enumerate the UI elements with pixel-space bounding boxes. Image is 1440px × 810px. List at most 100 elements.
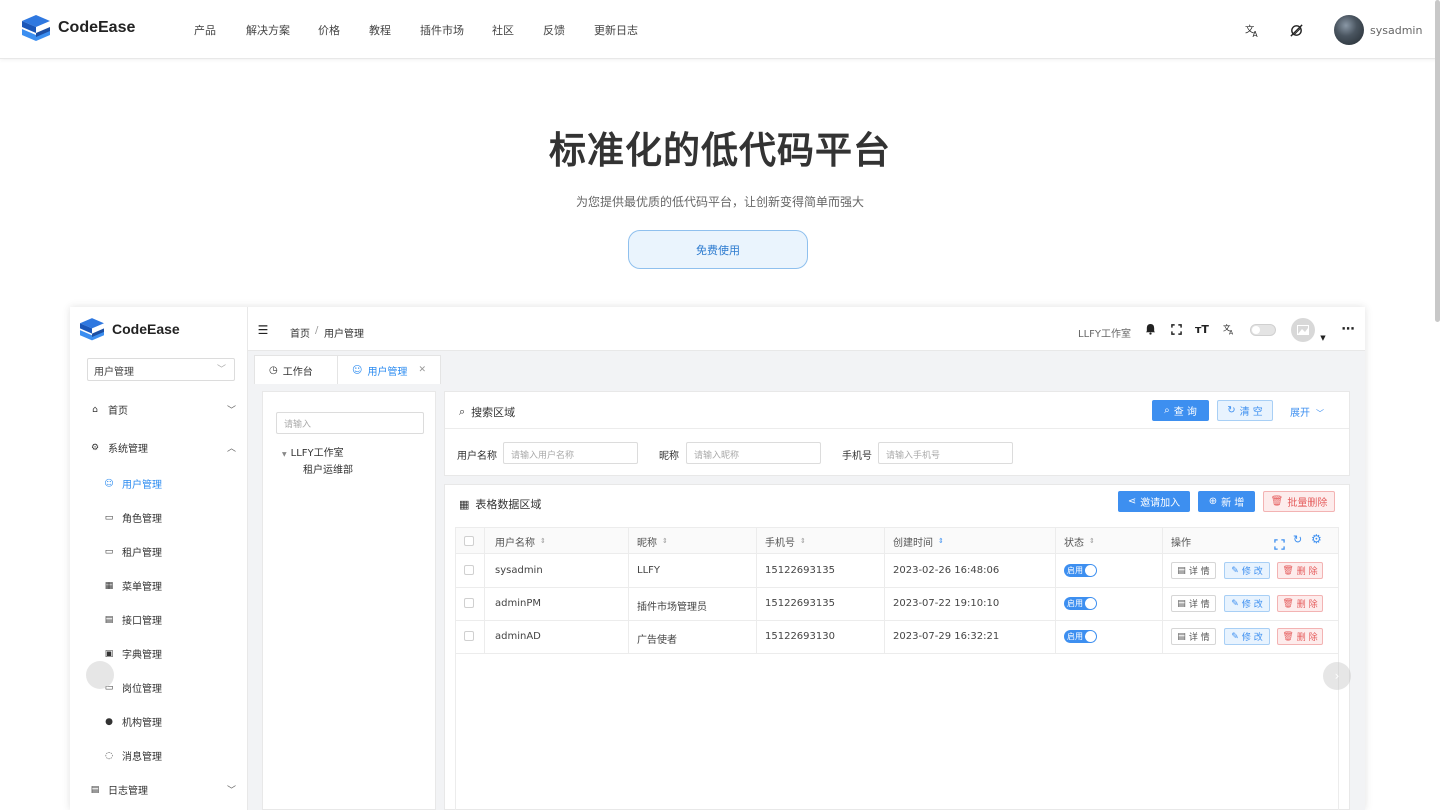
more-icon[interactable]: ⋯ xyxy=(1341,322,1355,337)
table-row[interactable]: sysadmin LLFY 15122693135 2023-02-26 16:… xyxy=(456,554,1338,587)
tab-user-management[interactable]: ☺ 用户管理 ✕ xyxy=(337,355,441,384)
edit-button[interactable]: ✎ 修 改 xyxy=(1224,562,1270,579)
column-header-phone[interactable]: 手机号 ⇕ xyxy=(765,528,806,554)
table-row[interactable]: adminAD 广告使者 15122693130 2023-07-29 16:3… xyxy=(456,620,1338,653)
theme-switch[interactable] xyxy=(1250,324,1276,336)
nav-item-tutorial[interactable]: 教程 xyxy=(369,22,391,38)
column-header-username[interactable]: 用户名称 ⇕ xyxy=(495,528,546,554)
carousel-next-button[interactable]: › xyxy=(1323,662,1351,690)
menu-item-label: 字典管理 xyxy=(122,650,162,661)
detail-button[interactable]: ▤ 详 情 xyxy=(1171,562,1216,579)
column-header-created[interactable]: 创建时间 ⇕ xyxy=(893,528,944,554)
batch-delete-button[interactable]: 🗑 批量删除 xyxy=(1263,491,1335,512)
free-use-button[interactable]: 免费使用 xyxy=(628,230,808,269)
nav-item-pricing[interactable]: 价格 xyxy=(318,22,340,38)
menu-item-system[interactable]: ⚙ 系统管理 xyxy=(90,440,148,456)
column-header-status[interactable]: 状态 ⇕ xyxy=(1064,528,1095,554)
menu-item-message-management[interactable]: ◌ 消息管理 xyxy=(104,748,162,764)
invite-button[interactable]: ⋖ 邀请加入 xyxy=(1118,491,1190,512)
row-checkbox[interactable] xyxy=(464,598,474,608)
menu-item-post-management[interactable]: ▭ 岗位管理 xyxy=(104,680,162,696)
translate-icon[interactable]: 文A xyxy=(1243,21,1261,39)
tree-node-child[interactable]: 租户运维部 xyxy=(303,461,353,476)
fullscreen-icon[interactable] xyxy=(1169,322,1183,336)
avatar-image-icon[interactable] xyxy=(1291,318,1315,342)
gear-icon[interactable]: ⚙ xyxy=(1311,532,1322,546)
edit-label: 修 改 xyxy=(1241,600,1263,610)
chevron-down-icon[interactable]: ﹀ xyxy=(227,403,236,416)
tree-node-root[interactable]: ▼ LLFY工作室 xyxy=(282,444,344,459)
query-button[interactable]: ⌕ 查 询 xyxy=(1152,400,1209,421)
phone-field[interactable]: 请输入手机号 xyxy=(878,442,1013,464)
user-avatar[interactable] xyxy=(1334,15,1364,45)
close-icon[interactable]: ✕ xyxy=(418,365,426,375)
status-switch[interactable]: 启用 xyxy=(1064,630,1097,643)
table-area-title-text: 表格数据区域 xyxy=(475,498,542,511)
select-all-checkbox[interactable] xyxy=(464,536,474,546)
app-logo-icon[interactable] xyxy=(80,318,104,344)
delete-button[interactable]: 🗑 删 除 xyxy=(1277,595,1323,612)
page-scrollbar[interactable] xyxy=(1435,0,1440,322)
user-icon: ☺ xyxy=(104,478,114,489)
menu-item-home[interactable]: ⌂ 首页 xyxy=(90,402,128,418)
studio-name[interactable]: LLFY工作室 xyxy=(1078,325,1131,340)
font-size-icon[interactable]: тT xyxy=(1195,322,1209,336)
chevron-up-icon[interactable]: ︿ xyxy=(227,441,236,454)
nav-item-product[interactable]: 产品 xyxy=(194,22,216,38)
grid-icon: ▦ xyxy=(104,580,114,591)
bell-icon[interactable] xyxy=(1143,322,1157,336)
nav-item-changelog[interactable]: 更新日志 xyxy=(594,22,638,38)
theme-toggle-icon[interactable] xyxy=(1287,21,1305,39)
nav-item-community[interactable]: 社区 xyxy=(492,22,514,38)
caret-down-icon[interactable]: ▼ xyxy=(1316,331,1330,345)
cell-created: 2023-07-22 19:10:10 xyxy=(893,598,1000,609)
menu-item-log-management[interactable]: ▤ 日志管理 xyxy=(90,782,148,798)
nav-item-plugin-market[interactable]: 插件市场 xyxy=(420,22,464,38)
header-label: 手机号 xyxy=(765,537,795,549)
status-switch[interactable]: 启用 xyxy=(1064,597,1097,610)
delete-button[interactable]: 🗑 删 除 xyxy=(1277,562,1323,579)
row-checkbox[interactable] xyxy=(464,565,474,575)
api-icon: ▤ xyxy=(104,614,114,625)
nav-item-solutions[interactable]: 解决方案 xyxy=(246,22,290,38)
username-field[interactable]: 请输入用户名称 xyxy=(503,442,638,464)
menu-item-user-management[interactable]: ☺ 用户管理 xyxy=(104,476,162,492)
edit-button[interactable]: ✎ 修 改 xyxy=(1224,628,1270,645)
column-header-nickname[interactable]: 昵称 ⇕ xyxy=(637,528,668,554)
menu-item-dict-management[interactable]: ▣ 字典管理 xyxy=(104,646,162,662)
breadcrumb-home[interactable]: 首页 xyxy=(290,325,310,340)
chevron-down-icon[interactable]: ﹀ xyxy=(227,783,236,796)
menu-item-api-management[interactable]: ▤ 接口管理 xyxy=(104,612,162,628)
menu-item-role-management[interactable]: ▭ 角色管理 xyxy=(104,510,162,526)
nav-item-feedback[interactable]: 反馈 xyxy=(543,22,565,38)
tree-search-input[interactable]: 请输入 xyxy=(276,412,424,434)
menu-collapse-icon[interactable]: ☰ xyxy=(256,323,270,337)
row-checkbox[interactable] xyxy=(464,631,474,641)
add-button[interactable]: ⊕ 新 增 xyxy=(1198,491,1255,512)
tab-workbench[interactable]: ◷ 工作台 xyxy=(254,355,341,384)
fullscreen-icon[interactable] xyxy=(1274,535,1285,550)
detail-button[interactable]: ▤ 详 情 xyxy=(1171,628,1216,645)
brand-name[interactable]: CodeEase xyxy=(58,19,135,37)
refresh-icon[interactable]: ↻ xyxy=(1293,533,1302,546)
menu-search-select[interactable]: 用户管理 ﹀ xyxy=(87,358,235,381)
translate-icon[interactable]: 文A xyxy=(1222,322,1236,336)
menu-item-org-management[interactable]: ● 机构管理 xyxy=(104,714,162,730)
username-label[interactable]: sysadmin xyxy=(1370,24,1422,37)
menu-item-tenant-management[interactable]: ▭ 租户管理 xyxy=(104,544,162,560)
table-row[interactable]: adminPM 插件市场管理员 15122693135 2023-07-22 1… xyxy=(456,587,1338,620)
menu-item-menu-management[interactable]: ▦ 菜单管理 xyxy=(104,578,162,594)
expand-toggle[interactable]: 展开 ﹀ xyxy=(1290,404,1324,419)
batch-delete-label: 批量删除 xyxy=(1287,498,1328,509)
codeease-logo-icon[interactable] xyxy=(22,15,50,45)
detail-button[interactable]: ▤ 详 情 xyxy=(1171,595,1216,612)
search-list-icon: ⌕ xyxy=(459,405,466,418)
status-switch[interactable]: 启用 xyxy=(1064,564,1097,577)
delete-button[interactable]: 🗑 删 除 xyxy=(1277,628,1323,645)
edit-button[interactable]: ✎ 修 改 xyxy=(1224,595,1270,612)
clear-button[interactable]: ↻ 清 空 xyxy=(1217,400,1273,421)
header-label: 创建时间 xyxy=(893,537,933,549)
carousel-prev-button[interactable] xyxy=(86,661,114,689)
document-icon: ▤ xyxy=(1177,631,1186,642)
nickname-field[interactable]: 请输入昵称 xyxy=(686,442,821,464)
